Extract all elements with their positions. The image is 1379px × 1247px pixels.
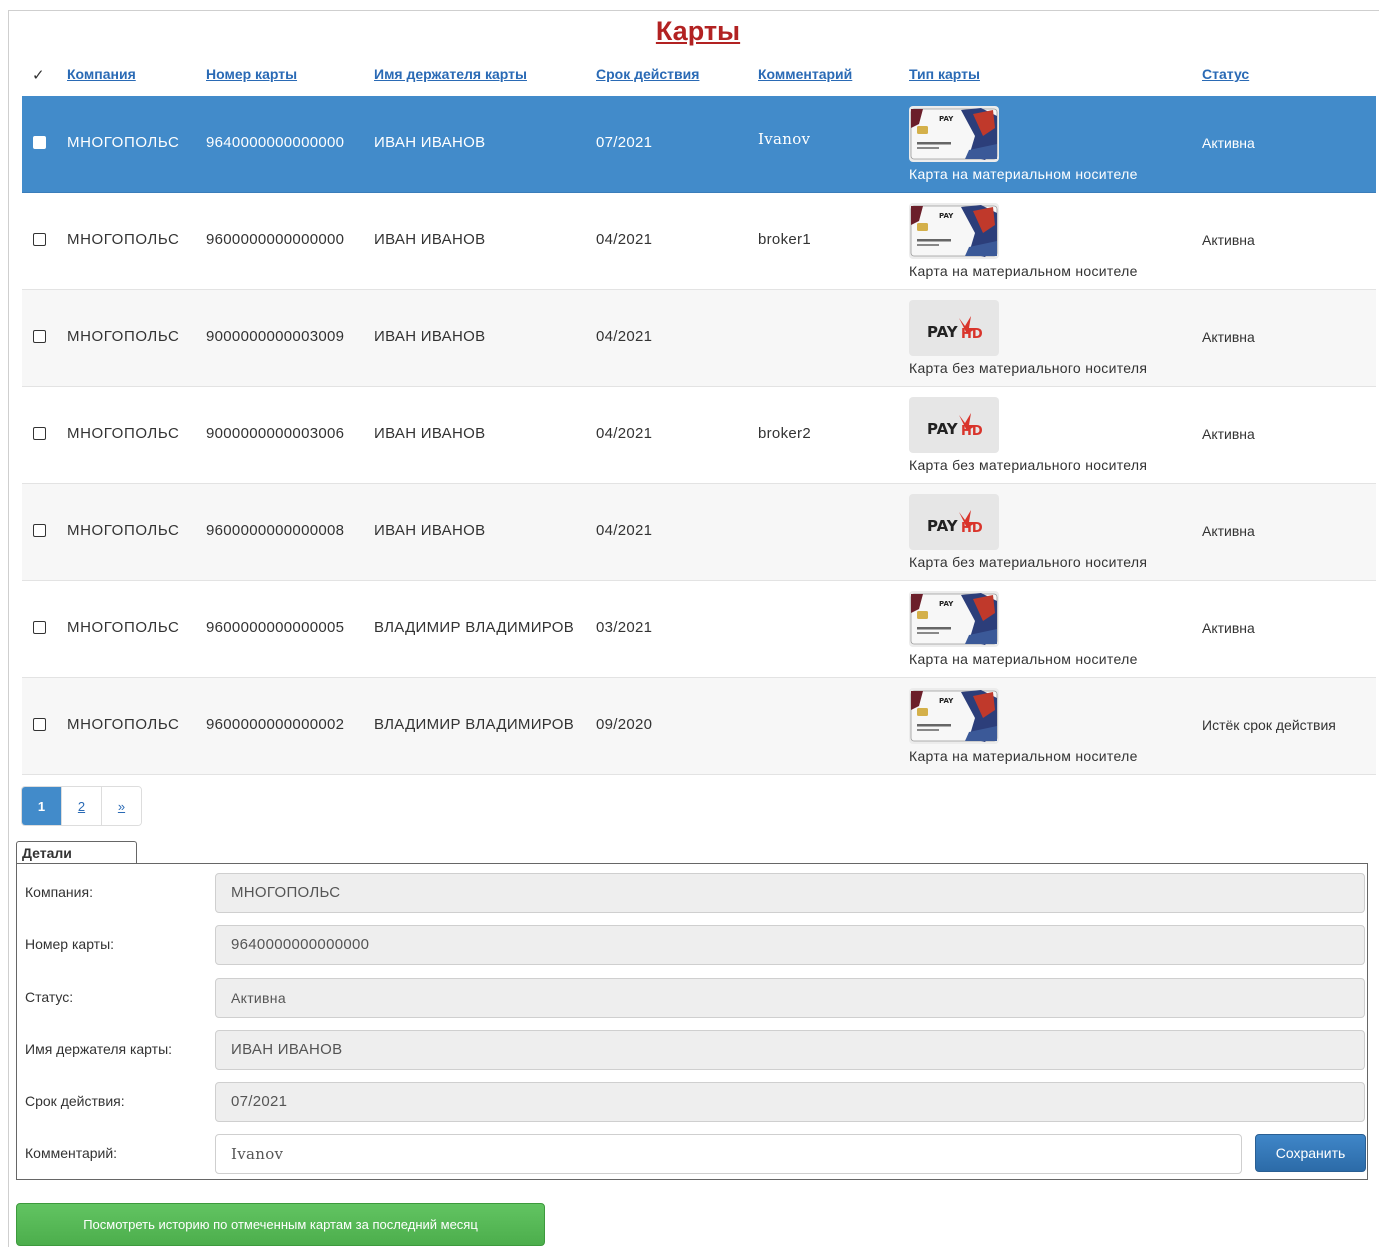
company-label: Компания: <box>25 884 93 900</box>
payhd-logo <box>909 397 999 453</box>
company-cell: МНОГОПОЛЬС <box>67 522 180 539</box>
company-cell: МНОГОПОЛЬС <box>67 425 180 442</box>
physical-card-image <box>909 591 999 647</box>
expiry-cell: 04/2021 <box>596 328 653 345</box>
table-row[interactable]: МНОГОПОЛЬС 9600000000000002 ВЛАДИМИР ВЛАДИ… <box>22 678 1376 775</box>
card-number-field: 9640000000000000 <box>215 925 1365 965</box>
table-row[interactable]: МНОГОПОЛЬС 9600000000000000 ИВАН ИВАНОВ 04/… <box>22 193 1376 290</box>
page-1-button[interactable]: 1 <box>22 787 62 825</box>
table-header: ✓ Компания Номер карты Имя держателя кар… <box>22 56 1376 96</box>
table-body: МНОГОПОЛЬС 9640000000000000 ИВАН ИВАНОВ 07/… <box>22 96 1376 775</box>
card-number-cell: 9000000000003006 <box>206 425 345 442</box>
payhd-logo <box>909 494 999 550</box>
company-cell: МНОГОПОЛЬС <box>67 619 180 636</box>
company-cell: МНОГОПОЛЬС <box>67 231 180 248</box>
expiry-cell: 03/2021 <box>596 619 653 636</box>
expiry-label: Срок действия: <box>25 1093 125 1109</box>
comment-cell: broker2 <box>758 425 811 442</box>
column-header-company[interactable]: Компания <box>67 66 136 82</box>
status-cell: Активна <box>1202 135 1255 151</box>
status-field: Активна <box>215 978 1365 1018</box>
holder-cell: ИВАН ИВАНОВ <box>374 522 486 539</box>
comment-cell: broker1 <box>758 231 811 248</box>
view-history-button[interactable]: Посмотреть историю по отмеченным картам … <box>16 1203 545 1246</box>
company-field: МНОГОПОЛЬС <box>215 873 1365 913</box>
row-checkbox[interactable] <box>33 427 46 440</box>
status-cell: Истёк срок действия <box>1202 717 1336 733</box>
expiry-cell: 07/2021 <box>596 134 653 151</box>
column-header-status[interactable]: Статус <box>1202 66 1249 82</box>
table-row[interactable]: МНОГОПОЛЬС 9000000000003006 ИВАН ИВАНОВ 04/… <box>22 387 1376 484</box>
row-checkbox[interactable] <box>33 718 46 731</box>
comment-input[interactable]: Ivanov <box>215 1134 1242 1174</box>
details-panel: Компания: МНОГОПОЛЬС Номер карты: 964000… <box>16 863 1368 1180</box>
next-page-button[interactable]: » <box>102 787 141 825</box>
card-number-label: Номер карты: <box>25 936 115 952</box>
status-cell: Активна <box>1202 426 1255 442</box>
comment-label: Комментарий: <box>25 1145 118 1161</box>
page-2-button[interactable]: 2 <box>62 787 102 825</box>
company-cell: МНОГОПОЛЬС <box>67 716 180 733</box>
physical-card-image <box>909 203 999 259</box>
holder-cell: ИВАН ИВАНОВ <box>374 231 486 248</box>
holder-cell: ИВАН ИВАНОВ <box>374 328 486 345</box>
payhd-logo <box>909 300 999 356</box>
company-cell: МНОГОПОЛЬС <box>67 328 180 345</box>
save-button[interactable]: Сохранить <box>1255 1134 1366 1172</box>
expiry-cell: 09/2020 <box>596 716 653 733</box>
company-cell: МНОГОПОЛЬС <box>67 134 180 151</box>
table-row[interactable]: МНОГОПОЛЬС 9000000000003009 ИВАН ИВАНОВ 04/… <box>22 290 1376 387</box>
card-type-label: Карта на материальном носителе <box>909 166 1138 182</box>
pagination: 1 2 » <box>21 786 142 826</box>
card-type-label: Карта на материальном носителе <box>909 651 1138 667</box>
status-cell: Активна <box>1202 620 1255 636</box>
expiry-cell: 04/2021 <box>596 522 653 539</box>
card-number-cell: 9640000000000000 <box>206 134 345 151</box>
holder-cell: ВЛАДИМИР ВЛАДИМИРОВ <box>374 716 575 733</box>
holder-label: Имя держателя карты: <box>25 1041 173 1057</box>
select-all-checkmark[interactable]: ✓ <box>32 66 45 84</box>
holder-cell: ИВАН ИВАНОВ <box>374 425 486 442</box>
row-checkbox[interactable] <box>33 524 46 537</box>
status-label: Статус: <box>25 989 74 1005</box>
status-cell: Активна <box>1202 329 1255 345</box>
column-header-expiry[interactable]: Срок действия <box>596 66 699 82</box>
table-row[interactable]: МНОГОПОЛЬС 9640000000000000 ИВАН ИВАНОВ 07/… <box>22 96 1376 193</box>
card-number-cell: 9600000000000000 <box>206 231 345 248</box>
cards-table: ✓ Компания Номер карты Имя держателя кар… <box>22 56 1376 775</box>
expiry-cell: 04/2021 <box>596 231 653 248</box>
table-row[interactable]: МНОГОПОЛЬС 9600000000000008 ИВАН ИВАНОВ 04/… <box>22 484 1376 581</box>
column-header-card-number[interactable]: Номер карты <box>206 66 297 82</box>
column-header-holder[interactable]: Имя держателя карты <box>374 66 527 82</box>
holder-cell: ВЛАДИМИР ВЛАДИМИРОВ <box>374 619 575 636</box>
table-row[interactable]: МНОГОПОЛЬС 9600000000000005 ВЛАДИМИР ВЛАДИ… <box>22 581 1376 678</box>
expiry-cell: 04/2021 <box>596 425 653 442</box>
row-checkbox[interactable] <box>33 136 46 149</box>
comment-cell: Ivanov <box>758 130 811 148</box>
details-tab[interactable]: Детали <box>16 841 137 863</box>
holder-cell: ИВАН ИВАНОВ <box>374 134 486 151</box>
physical-card-image <box>909 106 999 162</box>
column-header-card-type[interactable]: Тип карты <box>909 66 980 82</box>
holder-field: ИВАН ИВАНОВ <box>215 1030 1365 1070</box>
row-checkbox[interactable] <box>33 233 46 246</box>
status-cell: Активна <box>1202 523 1255 539</box>
card-type-label: Карта на материальном носителе <box>909 263 1138 279</box>
card-number-cell: 9000000000003009 <box>206 328 345 345</box>
status-cell: Активна <box>1202 232 1255 248</box>
card-type-label: Карта без материального носителя <box>909 457 1148 473</box>
row-checkbox[interactable] <box>33 330 46 343</box>
page-title: Карты <box>655 16 741 46</box>
card-number-cell: 9600000000000008 <box>206 522 345 539</box>
card-number-cell: 9600000000000002 <box>206 716 345 733</box>
card-number-cell: 9600000000000005 <box>206 619 345 636</box>
card-type-label: Карта без материального носителя <box>909 360 1148 376</box>
expiry-field: 07/2021 <box>215 1082 1365 1122</box>
card-type-label: Карта на материальном носителе <box>909 748 1138 764</box>
row-checkbox[interactable] <box>33 621 46 634</box>
physical-card-image <box>909 688 999 744</box>
column-header-comment[interactable]: Комментарий <box>758 66 852 82</box>
card-type-label: Карта без материального носителя <box>909 554 1148 570</box>
